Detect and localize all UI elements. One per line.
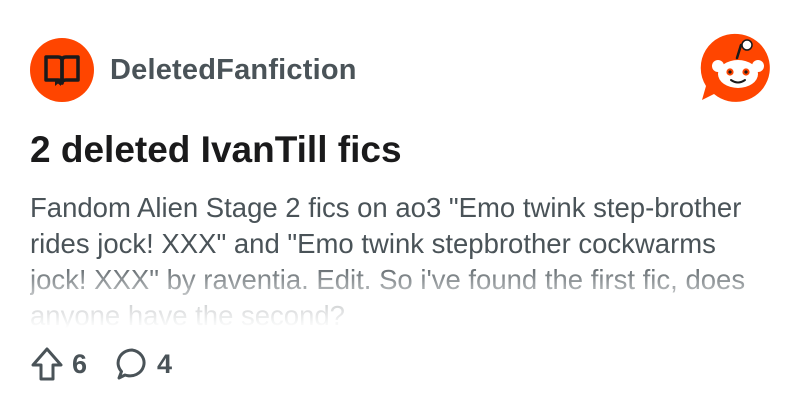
comment-bubble-icon: [116, 348, 146, 380]
subreddit-avatar[interactable]: [30, 38, 94, 102]
post-title[interactable]: 2 deleted IvanTill fics: [30, 128, 402, 172]
upvote-count: 6: [72, 349, 88, 379]
post-body-preview: Fandom Alien Stage 2 fics on ao3 "Emo tw…: [30, 190, 750, 330]
open-book-icon: [44, 55, 80, 86]
upvote-arrow-icon: [31, 347, 63, 381]
reddit-snoo-icon[interactable]: [696, 30, 776, 104]
comments-button[interactable]: 4: [115, 344, 172, 384]
post-card[interactable]: DeletedFanfiction 2 deleted IvanTill fic…: [0, 0, 800, 419]
post-body-text: Fandom Alien Stage 2 fics on ao3 "Emo tw…: [30, 192, 746, 330]
comment-count: 4: [157, 349, 173, 379]
post-actions: 6 4: [30, 344, 172, 384]
upvote-button[interactable]: 6: [30, 344, 87, 384]
subreddit-name[interactable]: DeletedFanfiction: [110, 52, 357, 88]
